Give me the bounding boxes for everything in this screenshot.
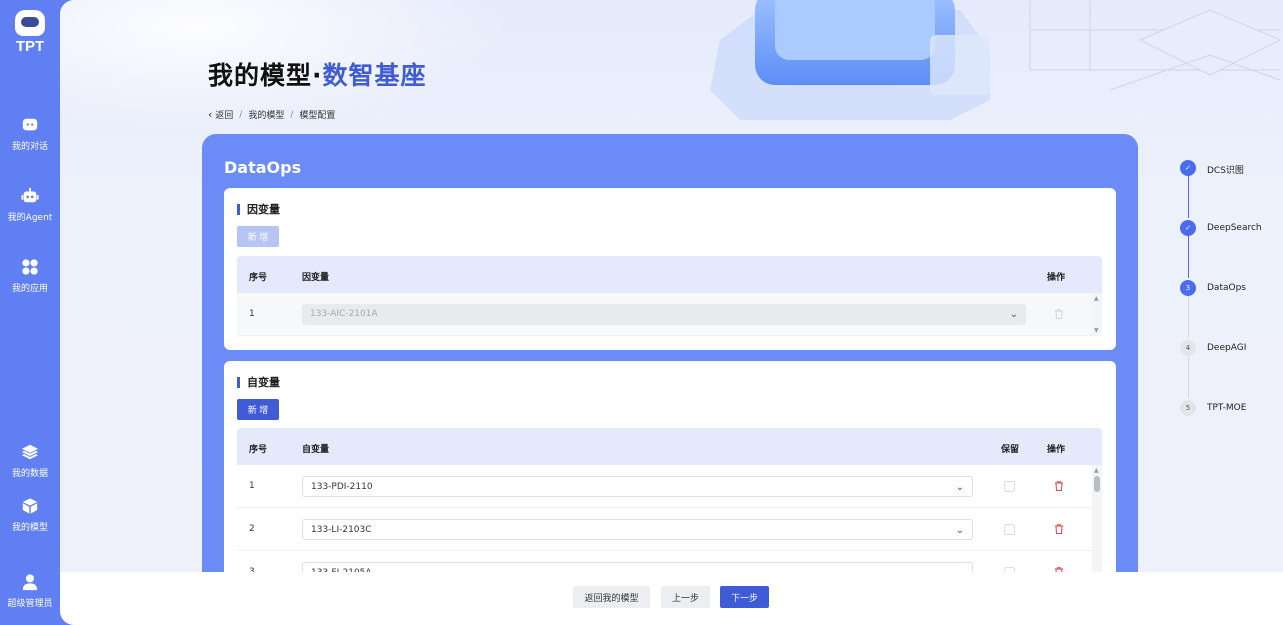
step-number: 4 [1180,340,1196,356]
check-icon: ✓ [1180,220,1196,236]
nav-label-agent: 我的Agent [7,213,53,223]
scrollbar[interactable]: ▲ ▼ [1092,293,1102,336]
nav-label-apps: 我的应用 [11,284,48,294]
breadcrumb-model-config: 模型配置 [299,111,336,121]
breadcrumb: ‹ 返回 / 我的模型 / 模型配置 [208,108,335,121]
col-variable: 因变量 [302,273,330,283]
step-label: DCS识图 [1207,166,1244,176]
step-label: DataOps [1207,283,1246,293]
keep-checkbox[interactable] [1004,481,1015,492]
trash-icon[interactable] [1053,480,1065,492]
back-to-models-button[interactable]: 返回我的模型 [573,586,650,608]
table-header: 序号 因变量 操作 [237,256,1102,293]
apps-icon [20,257,40,277]
step-connector [1188,176,1189,218]
step-connector [1188,296,1189,338]
breadcrumb-separator: / [290,109,294,120]
table-header: 序号 自变量 保留 操作 [237,428,1102,465]
step-label: DeepSearch [1207,223,1262,233]
row-index: 2 [249,524,255,534]
add-independent-button[interactable]: 新 增 [237,399,279,420]
chevron-down-icon: ⌄ [955,525,964,536]
trash-icon[interactable] [1053,308,1065,320]
trash-icon[interactable] [1053,523,1065,535]
step-number: 5 [1180,400,1196,416]
nav-item-data[interactable]: 我的数据 [0,442,60,479]
independent-table: 序号 自变量 保留 操作 1 133-PDI-2110 ⌄ 2 133-LI-2… [237,428,1102,594]
layers-icon [20,442,40,462]
step-deepsearch[interactable]: ✓ DeepSearch [1180,220,1283,240]
section-label: 因变量 [237,204,280,215]
section-label: 自变量 [237,377,280,388]
step-label: DeepAGI [1207,343,1247,353]
independent-variable-section: 自变量 新 增 序号 自变量 保留 操作 1 133-PDI-2110 ⌄ 2 … [224,361,1116,594]
step-tpt-moe[interactable]: 5 TPT-MOE [1180,400,1283,420]
table-row: 1 133-PDI-2110 ⌄ [237,465,1102,508]
nav-label-admin: 超级管理员 [7,599,53,609]
nav-label-models: 我的模型 [11,523,48,533]
nav-item-models[interactable]: 我的模型 [0,496,60,533]
prev-step-button[interactable]: 上一步 [661,586,710,608]
nav-item-apps[interactable]: 我的应用 [0,257,60,294]
robot-icon [20,186,40,206]
chip-illustration [710,0,990,120]
chevron-down-icon: ⌄ [955,482,964,493]
nav-item-chat[interactable]: 我的对话 [0,115,60,152]
col-keep: 保留 [1001,445,1020,455]
nav-label-data: 我的数据 [11,469,48,479]
step-connector [1188,236,1189,278]
logo: TPT [0,10,60,55]
cube-icon [20,496,40,516]
col-variable: 自变量 [302,445,330,455]
table-row: 1 133-AIC-2101A ⌄ ▲ ▼ [237,293,1102,336]
add-dependent-button[interactable]: 新 增 [237,226,279,247]
next-step-button[interactable]: 下一步 [720,586,769,608]
grid-illustration [1029,0,1280,91]
card-title: DataOps [224,158,302,177]
page-title: 我的模型·数智基座 [208,56,427,92]
row-index: 1 [249,309,255,319]
dependent-select[interactable]: 133-AIC-2101A ⌄ [302,304,1026,325]
step-connector [1188,356,1189,398]
col-index: 序号 [249,445,268,455]
page-title-accent: 数智基座 [322,61,427,90]
col-action: 操作 [1047,445,1066,455]
dependent-variable-section: 因变量 新 增 序号 因变量 操作 1 133-AIC-2101A ⌄ ▲ ▼ [224,188,1116,350]
page-title-main: 我的模型· [208,61,323,90]
scrollbar-thumb[interactable] [1094,476,1100,492]
back-link[interactable]: ‹ 返回 [208,108,233,121]
user-icon [20,572,40,592]
nav-item-agent[interactable]: 我的Agent [0,186,60,223]
table-row: 2 133-LI-2103C ⌄ [237,508,1102,551]
col-action: 操作 [1047,273,1066,283]
step-number: 3 [1180,280,1196,296]
independent-select[interactable]: 133-PDI-2110 ⌄ [302,476,973,497]
row-index: 1 [249,481,255,491]
step-label: TPT-MOE [1207,403,1247,413]
robot-logo-icon [15,10,45,36]
nav-label-chat: 我的对话 [11,142,48,152]
chevron-down-icon: ⌄ [1009,309,1018,320]
nav-item-admin[interactable]: 超级管理员 [0,572,60,609]
logo-text: TPT [15,38,45,55]
step-dcs[interactable]: ✓ DCS识图 [1180,160,1283,180]
col-index: 序号 [249,273,268,283]
footer-bar: 返回我的模型 上一步 下一步 [60,572,1283,625]
step-dataops[interactable]: 3 DataOps [1180,280,1283,300]
sidebar: TPT 我的对话 我的Agent 我的应用 我的数据 我的模型 超级管理员 [0,0,60,625]
check-icon: ✓ [1180,160,1196,176]
breadcrumb-separator: / [239,109,243,120]
dependent-table: 序号 因变量 操作 1 133-AIC-2101A ⌄ ▲ ▼ [237,256,1102,336]
dataops-card: DataOps 因变量 新 增 序号 因变量 操作 1 133-AIC-2101… [202,134,1138,594]
chevron-left-icon: ‹ [208,108,213,121]
step-deepagi[interactable]: 4 DeepAGI [1180,340,1283,360]
independent-select[interactable]: 133-LI-2103C ⌄ [302,519,973,540]
chat-icon [20,115,40,135]
keep-checkbox[interactable] [1004,524,1015,535]
breadcrumb-my-models[interactable]: 我的模型 [248,108,284,121]
main-panel: 我的模型·数智基座 ‹ 返回 / 我的模型 / 模型配置 DataOps 因变量… [60,0,1283,625]
